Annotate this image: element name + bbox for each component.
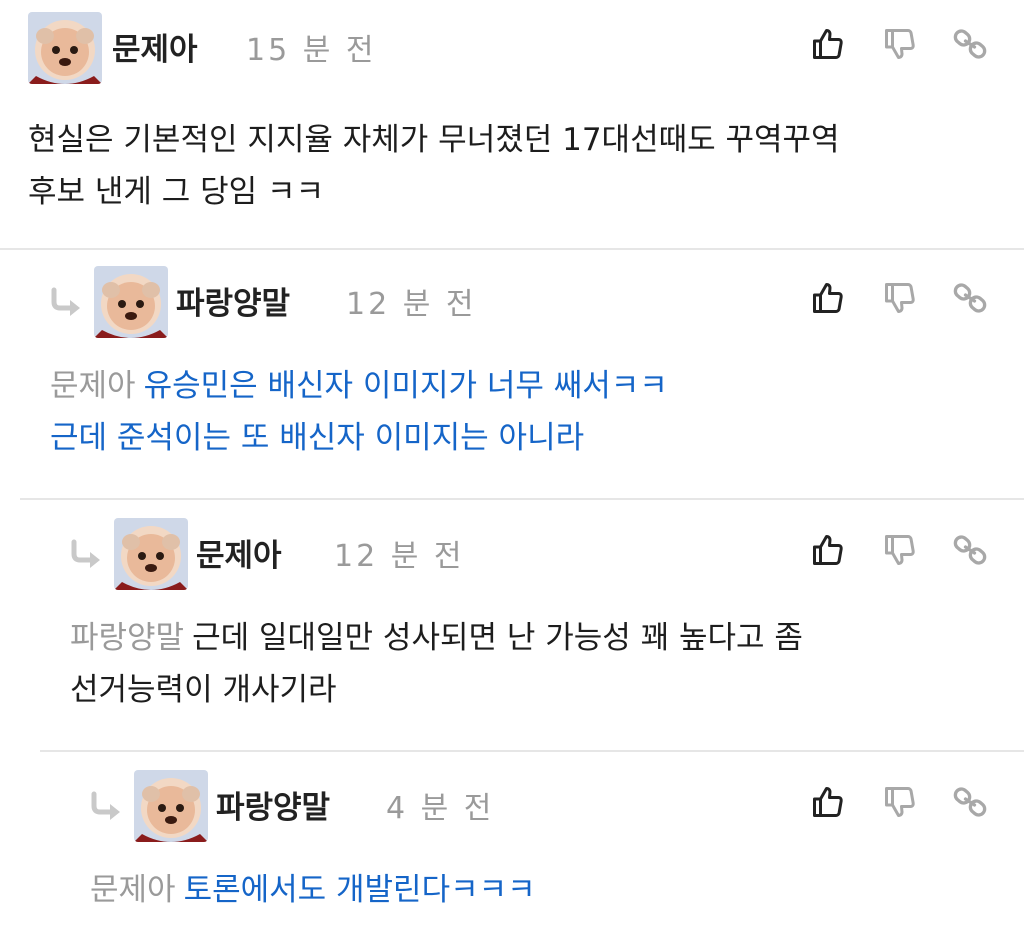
link-icon[interactable] xyxy=(952,784,988,820)
comment-time: 15 분 전 xyxy=(246,33,377,68)
comment-header: 파랑양말 4 분 전 xyxy=(0,770,1024,842)
avatar[interactable] xyxy=(28,12,102,84)
comment-line: 유승민은 배신자 이미지가 너무 쌔서ㅋㅋ xyxy=(143,368,668,404)
thumbs-down-icon[interactable] xyxy=(882,532,918,568)
mention-author[interactable]: 파랑양말 xyxy=(70,620,184,656)
comment-body: 현실은 기본적인 지지율 자체가 무너졌던 17대선때도 꾸역꾸역 후보 낸게 … xyxy=(28,114,840,218)
link-icon[interactable] xyxy=(952,280,988,316)
divider xyxy=(20,498,1024,500)
comment-line: 토론에서도 개발린다ㅋㅋㅋ xyxy=(183,872,536,908)
thumbs-up-icon[interactable] xyxy=(810,784,846,820)
avatar[interactable] xyxy=(134,770,208,842)
thumbs-down-icon[interactable] xyxy=(882,280,918,316)
comment-header: 파랑양말 12 분 전 xyxy=(0,266,1024,338)
comment-author[interactable]: 파랑양말 xyxy=(176,278,290,323)
thumbs-down-icon[interactable] xyxy=(882,26,918,62)
link-icon[interactable] xyxy=(952,26,988,62)
divider xyxy=(40,750,1024,752)
avatar[interactable] xyxy=(94,266,168,338)
comment-line: 근데 일대일만 성사되면 난 가능성 꽤 높다고 좀 xyxy=(192,620,803,656)
comment-item: 파랑양말 12 분 전 문제아 유승민은 배신자 이미지가 너무 쌔서ㅋㅋ 근데 … xyxy=(0,266,1024,498)
comment-line: 후보 낸게 그 당임 ㅋㅋ xyxy=(28,174,325,210)
comment-time: 12 분 전 xyxy=(346,287,477,322)
comment-item: 문제아 15 분 전 현실은 기본적인 지지율 자체가 무너졌던 17대선때도 … xyxy=(0,12,1024,248)
comment-time: 12 분 전 xyxy=(334,539,465,574)
thumbs-down-icon[interactable] xyxy=(882,784,918,820)
comment-body: 파랑양말 근데 일대일만 성사되면 난 가능성 꽤 높다고 좀 선거능력이 개사기… xyxy=(70,612,803,716)
comment-body: 문제아 유승민은 배신자 이미지가 너무 쌔서ㅋㅋ 근데 준석이는 또 배신자 이… xyxy=(50,360,668,464)
thumbs-up-icon[interactable] xyxy=(810,280,846,316)
comment-item: 문제아 12 분 전 파랑양말 근데 일대일만 성사되면 난 가능성 꽤 높다고 … xyxy=(0,518,1024,750)
comment-header: 문제아 12 분 전 xyxy=(0,518,1024,590)
comment-header: 문제아 15 분 전 xyxy=(0,12,1024,84)
comment-author[interactable]: 파랑양말 xyxy=(216,782,330,827)
reply-arrow-icon xyxy=(68,538,108,572)
thumbs-up-icon[interactable] xyxy=(810,26,846,62)
comment-author[interactable]: 문제아 xyxy=(196,530,282,575)
comment-author[interactable]: 문제아 xyxy=(112,24,198,69)
comment-item: 파랑양말 4 분 전 문제아 토론에서도 개발린다ㅋㅋㅋ xyxy=(0,770,1024,947)
reply-arrow-icon xyxy=(88,790,128,824)
mention-author[interactable]: 문제아 xyxy=(90,872,176,908)
divider xyxy=(0,248,1024,250)
reply-arrow-icon xyxy=(48,286,88,320)
avatar[interactable] xyxy=(114,518,188,590)
thumbs-up-icon[interactable] xyxy=(810,532,846,568)
comment-line: 선거능력이 개사기라 xyxy=(70,672,337,708)
comment-line: 근데 준석이는 또 배신자 이미지는 아니라 xyxy=(50,420,585,456)
comment-time: 4 분 전 xyxy=(386,791,495,826)
comment-line: 현실은 기본적인 지지율 자체가 무너졌던 17대선때도 꾸역꾸역 xyxy=(28,122,840,158)
mention-author[interactable]: 문제아 xyxy=(50,368,136,404)
link-icon[interactable] xyxy=(952,532,988,568)
comment-body: 문제아 토론에서도 개발린다ㅋㅋㅋ xyxy=(90,864,536,916)
